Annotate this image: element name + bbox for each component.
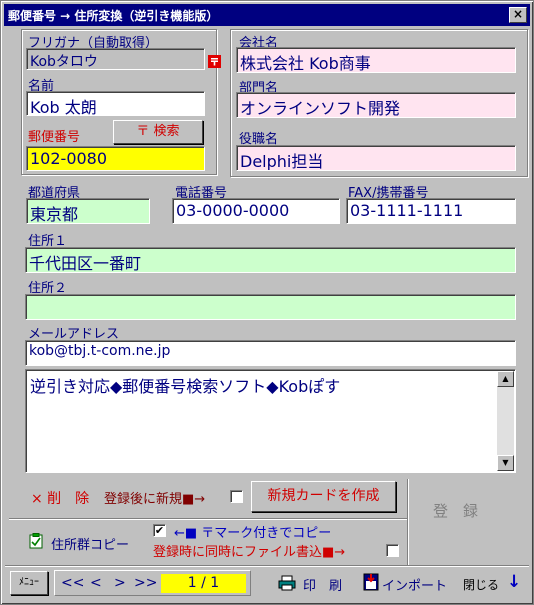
import-button[interactable]: インポート (382, 575, 447, 594)
down-arrow-icon[interactable]: ↓ (507, 572, 521, 592)
close-button[interactable]: 閉じる (463, 576, 499, 593)
write-file-checkbox[interactable] (386, 544, 399, 557)
copy-with-mark-checkbox[interactable]: ✔ (153, 524, 166, 537)
print-button[interactable]: 印 刷 (303, 575, 342, 594)
record-position: 1 / 1 (161, 574, 246, 593)
name-field[interactable]: Kob 太朗 (26, 91, 205, 116)
scroll-up-icon[interactable]: ▲ (497, 371, 514, 387)
new-card-button[interactable]: 新規カードを作成 (251, 481, 396, 512)
menu-button[interactable]: ﾒﾆｭｰ (10, 571, 48, 595)
position-field[interactable]: Delphi担当 (236, 145, 516, 171)
postal-label: 郵便番号 (28, 130, 81, 145)
action-separator (9, 518, 407, 520)
action-vertical-separator (407, 479, 409, 565)
clipboard-icon (29, 533, 43, 549)
address2-field[interactable] (25, 294, 516, 320)
address-window: 郵便番号 → 住所変換（逆引き機能版） × フリガナ（自動取得） Kobタロウ … (0, 0, 534, 605)
new-after-register-label: 登録後に新規■→ (104, 492, 206, 507)
memo-scrollbar[interactable]: ▲ ▼ (497, 371, 514, 471)
postal-search-button[interactable]: 〒 検索 (113, 120, 203, 144)
scroll-down-icon[interactable]: ▼ (497, 455, 514, 471)
new-after-register-checkbox[interactable] (230, 490, 243, 503)
phone-field[interactable]: 03-0000-0000 (172, 198, 340, 224)
printer-icon (278, 575, 296, 591)
fax-field[interactable]: 03-1111-1111 (346, 198, 516, 224)
nav-prev-button[interactable]: < (90, 575, 102, 591)
postal-field[interactable]: 102-0080 (26, 146, 205, 171)
email-field[interactable]: kob@tbj.t-com.ne.jp (25, 340, 516, 366)
import-icon (363, 573, 379, 591)
address1-field[interactable]: 千代田区一番町 (25, 247, 516, 273)
furigana-field: Kobタロウ (26, 48, 205, 70)
window-title: 郵便番号 → 住所変換（逆引き機能版） (8, 9, 219, 23)
new-card-label: 新規カードを作成 (267, 488, 380, 504)
copy-address-button[interactable]: 住所群コピー (51, 534, 129, 553)
memo-textarea[interactable]: 逆引き対応◆郵便番号検索ソフト◆Kobぽす ▲ ▼ (25, 369, 516, 473)
bottom-separator (5, 565, 529, 567)
record-position-text: 1 / 1 (187, 575, 220, 591)
register-button[interactable]: 登 録 (433, 500, 478, 521)
company-field[interactable]: 株式会社 Kob商事 (236, 47, 516, 73)
write-file-label: 登録時に同時にファイル書込■→ (153, 545, 346, 560)
nav-next-button[interactable]: > (114, 575, 126, 591)
delete-button[interactable]: × 削 除 (31, 488, 89, 508)
nav-last-button[interactable]: >> (134, 575, 157, 591)
title-bar: 郵便番号 → 住所変換（逆引き機能版） × (4, 4, 530, 26)
memo-text: 逆引き対応◆郵便番号検索ソフト◆Kobぽす (30, 377, 341, 396)
department-field[interactable]: オンラインソフト開発 (236, 92, 516, 118)
prefecture-field[interactable]: 東京都 (26, 198, 150, 224)
close-window-button[interactable]: × (509, 7, 527, 23)
postal-mark-icon (208, 55, 221, 68)
nav-first-button[interactable]: << (61, 575, 84, 591)
menu-button-label: ﾒﾆｭｰ (19, 577, 39, 588)
postal-search-label: 〒 検索 (136, 124, 180, 139)
copy-with-mark-label: ←■ 〒マーク付きでコピー (174, 526, 332, 541)
